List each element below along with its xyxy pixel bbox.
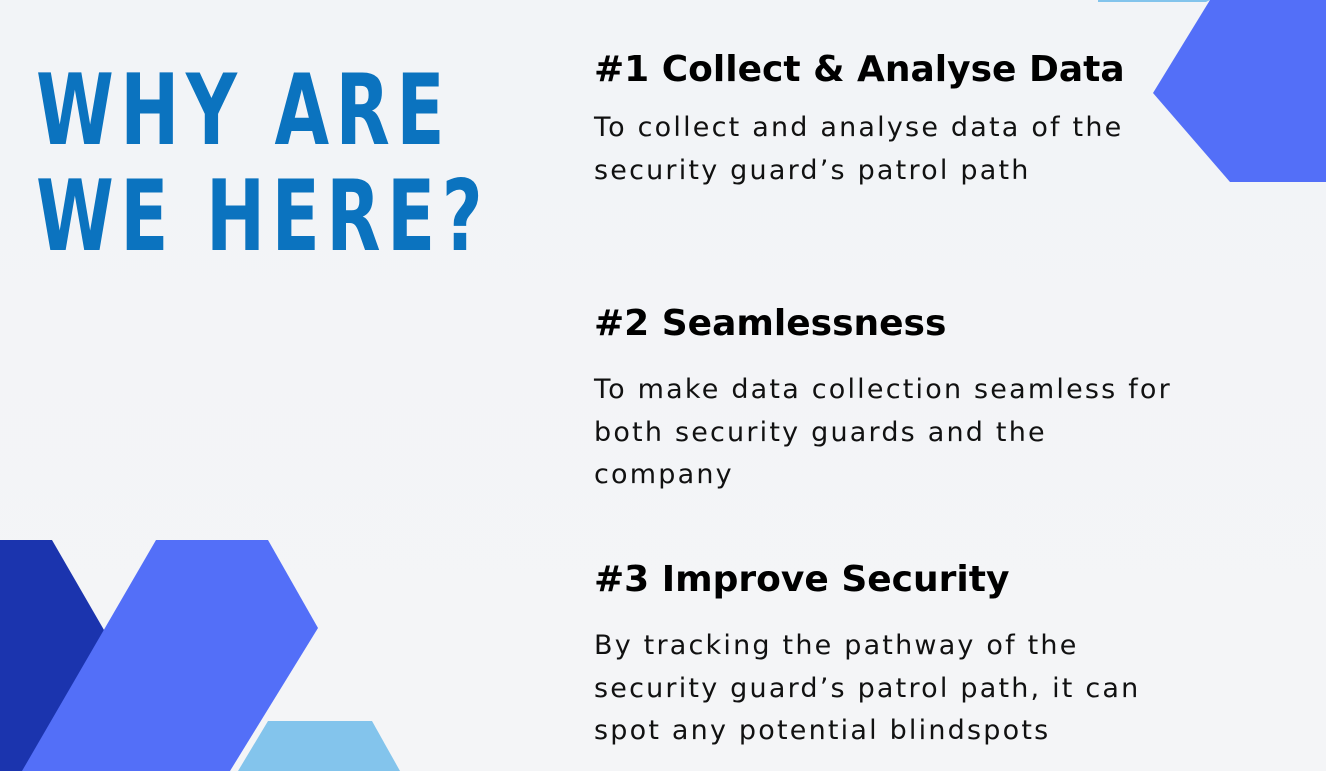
section-body-line: By tracking the pathway of the bbox=[594, 630, 1079, 661]
section-body-line: To make data collection seamless for bbox=[594, 374, 1172, 405]
section-body: To collect and analyse data of the secur… bbox=[594, 107, 1294, 192]
bottom-light-blue-shape bbox=[238, 721, 400, 771]
section-body-line: spot any potential blindspots bbox=[594, 715, 1051, 746]
section-heading: #1 Collect & Analyse Data bbox=[594, 49, 1125, 90]
section-body-line: both security guards and the bbox=[594, 416, 1047, 448]
section-body-line: security guard’s patrol path, it can bbox=[594, 672, 1141, 704]
section-body: To make data collection seamless for bot… bbox=[594, 369, 1294, 497]
section-body: By tracking the pathway of the security … bbox=[594, 625, 1294, 753]
section-heading: #3 Improve Security bbox=[594, 559, 1010, 600]
section-seamlessness: #2 Seamlessness To make data collection … bbox=[594, 301, 1294, 497]
section-body-line: To collect and analyse data of the bbox=[594, 112, 1124, 143]
title-line-2: WE HERE? bbox=[36, 160, 490, 274]
section-collect-analyse: #1 Collect & Analyse Data To collect and… bbox=[594, 47, 1294, 192]
section-improve-security: #3 Improve Security By tracking the path… bbox=[594, 557, 1294, 753]
page-title: WHY ARE WE HERE? bbox=[36, 58, 489, 270]
section-body-line: company bbox=[594, 459, 734, 490]
slide: WHY ARE WE HERE? #1 Collect & Analyse Da… bbox=[0, 0, 1326, 771]
top-right-thin-shape bbox=[1098, 0, 1210, 2]
title-line-1: WHY ARE bbox=[36, 54, 452, 168]
section-body-line: security guard’s patrol path bbox=[594, 154, 1031, 186]
section-heading: #2 Seamlessness bbox=[594, 303, 947, 344]
